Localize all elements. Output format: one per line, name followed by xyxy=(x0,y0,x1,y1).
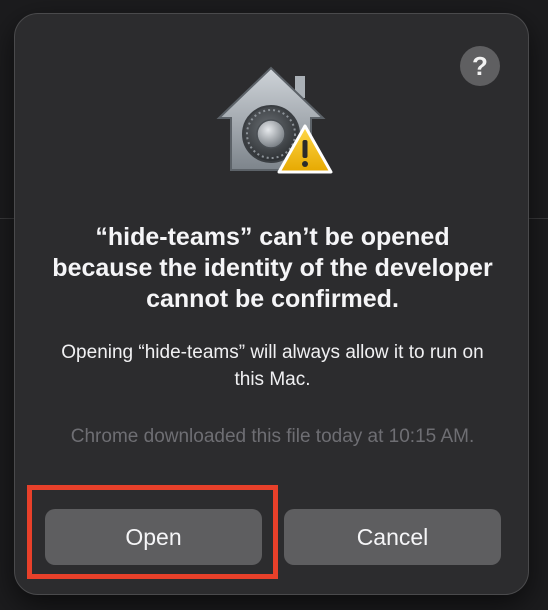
help-button[interactable]: ? xyxy=(460,46,500,86)
download-note: Chrome downloaded this file today at 10:… xyxy=(70,426,475,447)
cancel-button[interactable]: Cancel xyxy=(284,509,501,565)
help-label: ? xyxy=(472,50,488,81)
open-button[interactable]: Open xyxy=(45,509,262,565)
dialog-title: “hide-teams” can’t be opened because the… xyxy=(52,223,493,313)
security-alert-dialog: ? “hide-teams” can’t be opened because t… xyxy=(14,13,529,595)
dialog-message: Opening “hide-teams” will always allow i… xyxy=(61,342,484,390)
gatekeeper-lock-warning-icon xyxy=(213,62,337,178)
